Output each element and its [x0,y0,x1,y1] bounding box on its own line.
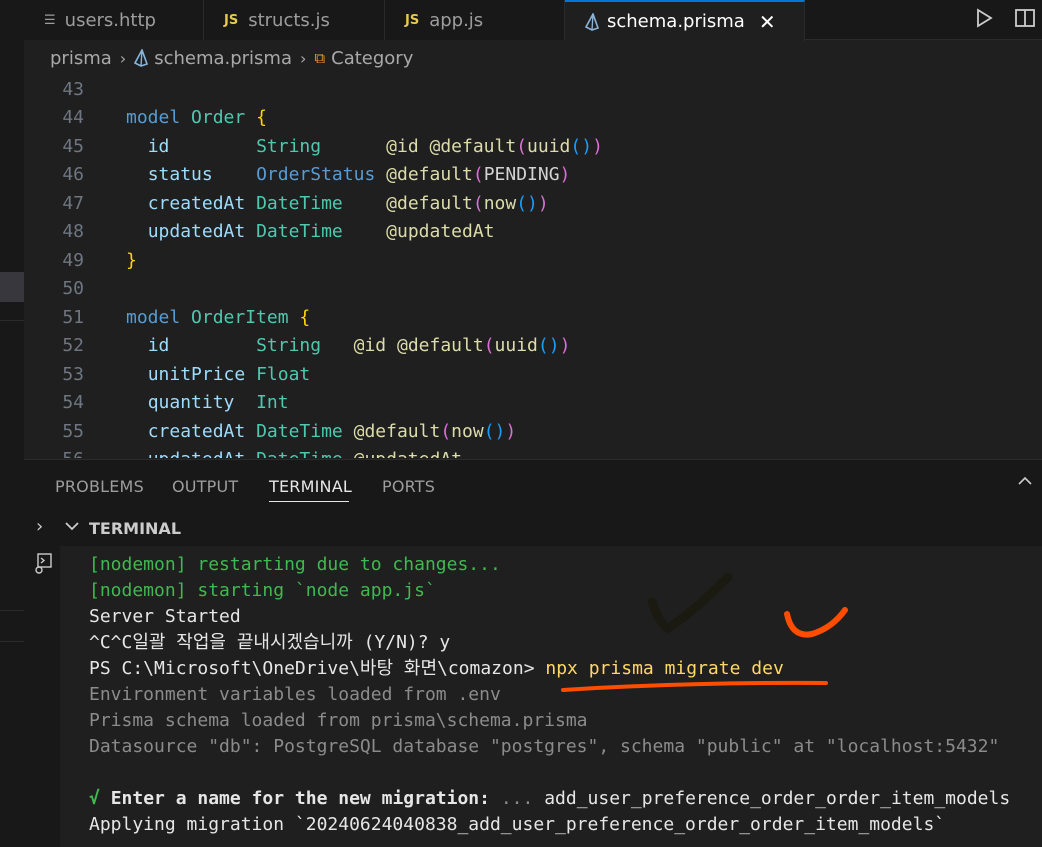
code-text: createdAt DateTime @default(now()) [147,193,549,214]
terminal-line: Applying migration `20240624040838_add_u… [89,814,946,835]
code-text: id String @id @default(uuid()) [147,335,571,356]
line-number: 52 [62,335,84,356]
code-line: 52 id String @id @default(uuid()) [24,332,1042,360]
line-number: 54 [62,392,84,413]
code-text: id String @id @default(uuid()) [147,136,603,157]
code-line: 44 model Order { [24,104,1042,132]
code-text: model Order { [126,107,267,128]
activity-divider [0,320,24,321]
tab-label: schema.prisma [607,11,745,32]
terminal-line: Environment variables loaded from .env [89,684,501,705]
prisma-icon [585,12,599,31]
tab-terminal[interactable]: TERMINAL [269,477,352,496]
code-text: updatedAt DateTime @updatedAt [126,446,462,458]
symbol-class-icon: ⧉ [314,49,326,67]
breadcrumb-folder[interactable]: prisma [50,48,112,69]
terminal-command: npx prisma migrate dev [545,658,784,679]
tab-users-http[interactable]: ☰ users.http [24,0,204,40]
migration-name: add_user_preference_order_order_item_mod… [544,788,1011,809]
code-line: 45 id String @id @default(uuid()) [24,133,1042,161]
activity-divider [0,610,24,611]
check-icon: √ [89,788,100,809]
code-line: 43 [24,76,1042,104]
line-number: 51 [62,307,84,328]
tab-label: structs.js [248,9,330,31]
chevron-up-icon[interactable] [1018,474,1032,488]
terminal-line: Prisma schema loaded from prisma\schema.… [89,710,588,731]
breadcrumb-file[interactable]: schema.prisma [154,48,292,69]
breadcrumb-symbol[interactable]: Category [331,48,413,69]
line-number: 44 [62,107,84,128]
activity-bar-selected-item[interactable] [0,272,24,302]
terminal-line: ^C^C일괄 작업을 끝내시겠습니까 (Y/N)? y [89,632,451,653]
code-text: model OrderItem { [126,307,311,328]
code-text: createdAt DateTime @default(now()) [147,421,517,442]
active-tab-indicator [269,501,349,502]
terminal-section-header[interactable]: › TERMINAL [24,514,1042,546]
http-file-icon: ☰ [44,12,56,28]
code-editor[interactable]: 43 44 model Order { 45 id String @id @def… [24,76,1042,458]
line-number: 43 [62,79,84,100]
tab-ports[interactable]: PORTS [382,477,435,496]
code-text: updatedAt DateTime @updatedAt [147,221,495,242]
line-number: 56 [54,446,114,458]
code-line: 54 quantity Int [24,389,1042,417]
terminal-line: [nodemon] starting `node app.js` [89,580,436,601]
tab-label: app.js [429,9,484,31]
ellipsis: ... [500,788,534,809]
split-editor-icon[interactable] [1014,7,1036,29]
line-number: 55 [62,421,84,442]
line-number: 45 [62,136,84,157]
tab-label: users.http [64,9,156,31]
tab-output[interactable]: OUTPUT [172,477,238,496]
line-number: 46 [62,164,84,185]
terminal-settings-icon[interactable] [32,552,54,576]
terminal-prompt: PS C:\Microsoft\OneDrive\바탕 화면\comazon> [89,658,546,679]
code-line: 55 createdAt DateTime @default(now()) [24,418,1042,446]
code-line: 53 unitPrice Float [24,361,1042,389]
terminal-prompt-line: PS C:\Microsoft\OneDrive\바탕 화면\comazon> … [89,656,784,682]
tab-schema-prisma[interactable]: schema.prisma ✕ [565,0,805,41]
line-number: 53 [62,364,84,385]
code-line: 56 updatedAt DateTime @updatedAt [24,446,1042,458]
terminal-line: [nodemon] restarting due to changes... [89,554,501,575]
code-line: 47 createdAt DateTime @default(now()) [24,190,1042,218]
line-number: 47 [62,193,84,214]
terminal-output[interactable]: [nodemon] restarting due to changes... [… [60,546,1042,847]
terminal-line: Server Started [89,606,241,627]
line-number: 50 [62,278,84,299]
editor-tab-bar: ☰ users.http JS structs.js JS app.js sch… [24,0,1042,41]
tab-structs-js[interactable]: JS structs.js [204,0,385,40]
terminal-line: Datasource "db": PostgreSQL database "po… [89,736,1000,757]
activity-bar [0,0,24,847]
chevron-right-icon: › [300,48,307,68]
tab-app-js[interactable]: JS app.js [385,0,565,40]
line-number: 48 [62,221,84,242]
code-line: 49} [24,247,1042,275]
breadcrumb: prisma › schema.prisma › ⧉ Category [24,41,1042,75]
code-text: quantity Int [147,392,289,413]
code-text: status OrderStatus @default(PENDING) [147,164,571,185]
migration-question: Enter a name for the new migration: [110,788,490,809]
chevron-right-icon: › [119,48,127,68]
code-line: 51 model OrderItem { [24,304,1042,332]
code-text: unitPrice Float [147,364,311,385]
chevron-down-icon[interactable] [64,518,80,534]
run-icon[interactable] [974,7,994,29]
close-icon[interactable]: ✕ [759,10,776,34]
code-text: } [126,250,137,271]
code-line: 46 status OrderStatus @default(PENDING) [24,161,1042,189]
js-file-icon: JS [224,12,239,28]
chevron-right-icon[interactable]: › [36,516,43,537]
activity-divider [0,641,24,642]
js-file-icon: JS [405,12,420,28]
line-number: 49 [62,250,84,271]
code-line: 48 updatedAt DateTime @updatedAt [24,218,1042,246]
prisma-icon [134,49,149,67]
tab-problems[interactable]: PROBLEMS [55,477,144,496]
code-line: 50 [24,275,1042,303]
terminal-line: √ Enter a name for the new migration: ..… [89,786,1010,812]
terminal-title: TERMINAL [89,519,182,538]
bottom-panel: PROBLEMS OUTPUT TERMINAL PORTS › TERMINA… [24,459,1042,847]
